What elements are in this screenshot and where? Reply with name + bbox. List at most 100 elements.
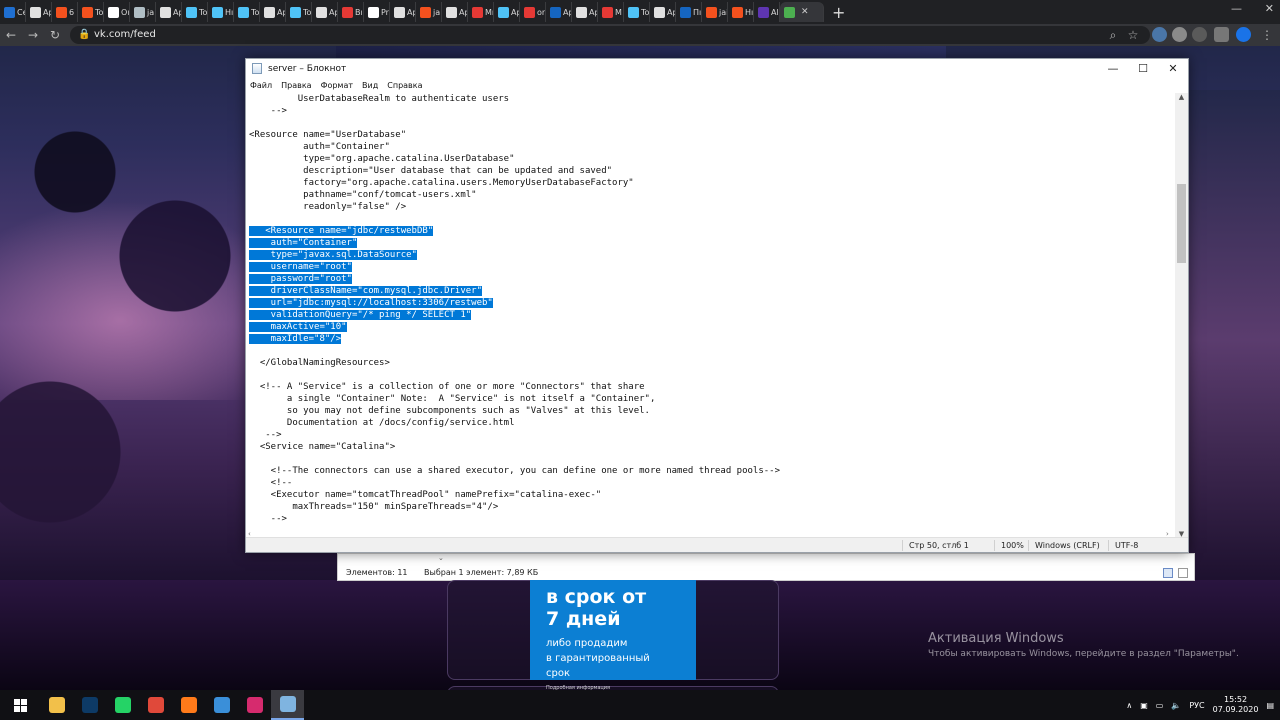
browser-tab[interactable]: Ap — [156, 2, 182, 22]
browser-tab-active[interactable]: ✕ — [780, 2, 824, 22]
close-window-icon[interactable]: ✕ — [1265, 2, 1274, 15]
line-text: factory="org.apache.catalina.users.Memor… — [249, 178, 634, 188]
menu-item[interactable]: Вид — [362, 81, 378, 90]
taskbar-app-button[interactable] — [205, 690, 238, 720]
scrollbar-thumb[interactable] — [1177, 184, 1186, 263]
tray-app-icon[interactable]: ▣ — [1140, 701, 1148, 710]
browser-tab[interactable]: To — [182, 2, 208, 22]
taskbar-app-button[interactable] — [238, 690, 271, 720]
text-line: <!-- — [249, 477, 1176, 489]
notifications-icon[interactable]: ▤ — [1266, 701, 1274, 710]
tab-favicon-icon — [134, 6, 145, 18]
browser-tab[interactable]: Пı — [676, 2, 702, 22]
taskbar-app-button[interactable] — [271, 690, 304, 720]
browser-tab[interactable]: or — [520, 2, 546, 22]
selected-text: username="root" — [249, 262, 352, 272]
taskbar-app-button[interactable] — [40, 690, 73, 720]
minimize-window-icon[interactable]: — — [1231, 2, 1242, 15]
notepad-icon — [279, 696, 296, 712]
browser-tab[interactable]: ja — [130, 2, 156, 22]
notepad-text-area[interactable]: UserDatabaseRealm to authenticate users … — [246, 93, 1176, 538]
adblock-extension-icon[interactable] — [1172, 27, 1187, 42]
large-icons-view-icon[interactable] — [1178, 568, 1188, 578]
browser-tab[interactable]: To — [78, 2, 104, 22]
tray-chevron-icon[interactable]: ∧ — [1126, 701, 1132, 710]
menu-kebab-icon[interactable]: ⋮ — [1256, 28, 1278, 42]
browser-tab[interactable]: Ce — [0, 2, 26, 22]
browser-tab[interactable]: Pr — [364, 2, 390, 22]
clock[interactable]: 15:52 07.09.2020 — [1213, 695, 1259, 715]
browser-tab[interactable]: ja — [416, 2, 442, 22]
back-icon[interactable]: ← — [0, 28, 22, 42]
text-line: factory="org.apache.catalina.users.Memor… — [249, 177, 1176, 189]
bookmark-star-icon[interactable]: ☆ — [1122, 28, 1144, 42]
chrome-icon — [147, 697, 164, 713]
browser-tab[interactable]: To — [624, 2, 650, 22]
activation-subtitle: Чтобы активировать Windows, перейдите в … — [928, 649, 1239, 659]
browser-tab[interactable]: Ap — [546, 2, 572, 22]
browser-tab[interactable]: Ap — [312, 2, 338, 22]
scroll-up-icon[interactable]: ▲ — [1175, 93, 1188, 101]
volume-icon[interactable]: 🔈 — [1171, 701, 1181, 710]
search-icon[interactable]: ⌕ — [1102, 28, 1124, 43]
taskbar-app-button[interactable] — [73, 690, 106, 720]
vertical-scrollbar[interactable]: ▲ ▼ — [1175, 93, 1188, 538]
browser-tab[interactable]: Ap — [260, 2, 286, 22]
start-button[interactable] — [0, 690, 40, 720]
extension-icon[interactable] — [1192, 27, 1207, 42]
vk-extension-icon[interactable] — [1152, 27, 1167, 42]
line-ending: Windows (CRLF) — [1028, 540, 1100, 551]
browser-tab[interactable]: To — [286, 2, 312, 22]
browser-tab[interactable]: Bı — [338, 2, 364, 22]
menu-item[interactable]: Файл — [250, 81, 272, 90]
close-tab-icon[interactable]: ✕ — [801, 7, 809, 17]
tab-label: Ap — [589, 7, 597, 17]
forward-icon[interactable]: → — [22, 28, 44, 42]
new-tab-icon[interactable]: + — [832, 3, 845, 22]
address-bar[interactable]: 🔒 vk.com/feed — [70, 26, 1150, 44]
text-line — [249, 369, 1176, 381]
browser-tab[interactable]: M — [598, 2, 624, 22]
tab-favicon-icon — [472, 6, 483, 18]
selected-text: maxActive="10" — [249, 322, 347, 332]
taskbar-app-button[interactable] — [106, 690, 139, 720]
browser-tab[interactable]: Ap — [572, 2, 598, 22]
advertisement-banner[interactable]: в срок от 7 дней либо продадим в гаранти… — [530, 580, 696, 691]
notepad-maximize-button[interactable]: ☐ — [1128, 59, 1158, 78]
puzzle-extensions-icon[interactable] — [1214, 27, 1229, 42]
browser-tab[interactable]: Hı — [728, 2, 754, 22]
text-line: <Resource name="UserDatabase" — [249, 129, 1176, 141]
profile-avatar-icon[interactable] — [1236, 27, 1251, 42]
browser-tab[interactable]: All — [754, 2, 780, 22]
menu-item[interactable]: Правка — [281, 81, 311, 90]
reload-icon[interactable]: ↻ — [44, 28, 66, 42]
details-view-icon[interactable] — [1162, 568, 1173, 578]
browser-tab[interactable]: Ap — [442, 2, 468, 22]
menu-item[interactable]: Формат — [321, 81, 353, 90]
browser-tab[interactable]: Oı — [104, 2, 130, 22]
tab-favicon-icon — [342, 6, 353, 18]
text-line: --> — [249, 105, 1176, 117]
address-bar-url: vk.com/feed — [94, 29, 156, 40]
taskbar-app-button[interactable] — [172, 690, 205, 720]
menu-item[interactable]: Справка — [387, 81, 422, 90]
browser-tab[interactable]: To — [234, 2, 260, 22]
browser-tab[interactable]: Hı — [208, 2, 234, 22]
browser-tab[interactable]: jai — [702, 2, 728, 22]
text-line — [249, 345, 1176, 357]
browser-tab[interactable]: Ap — [650, 2, 676, 22]
clock-time: 15:52 — [1224, 695, 1248, 704]
browser-tab[interactable]: Mı — [468, 2, 494, 22]
browser-tab[interactable]: Ap — [26, 2, 52, 22]
selected-text: <Resource name="jdbc/restwebDB" — [249, 226, 434, 236]
notepad-close-button[interactable]: ✕ — [1158, 59, 1188, 78]
taskbar-app-button[interactable] — [139, 690, 172, 720]
browser-tab[interactable]: Ap — [494, 2, 520, 22]
browser-tab[interactable]: 6 i — [52, 2, 78, 22]
language-indicator[interactable]: РУС — [1189, 701, 1204, 710]
browser-tab[interactable]: Ap — [390, 2, 416, 22]
notepad-minimize-button[interactable]: — — [1098, 59, 1128, 78]
tab-label: Ce — [17, 7, 25, 17]
network-icon[interactable]: ▭ — [1156, 701, 1164, 710]
expand-chevron-icon[interactable]: ⌄ — [438, 554, 444, 562]
